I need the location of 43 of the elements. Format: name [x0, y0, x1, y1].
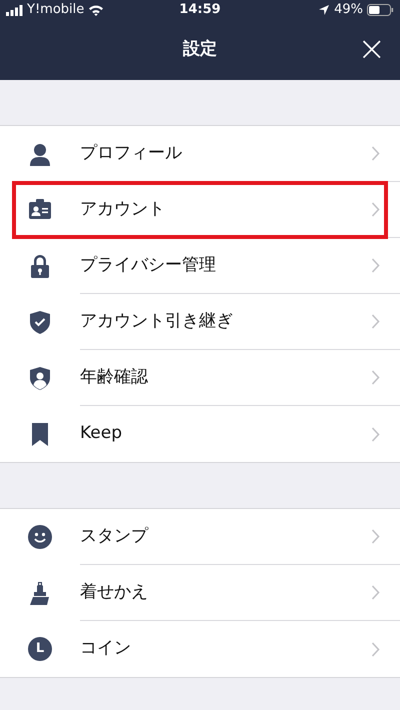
row-label: 着せかえ — [80, 580, 149, 604]
settings-row[interactable]: プロフィール — [0, 126, 400, 182]
location-arrow-icon — [318, 4, 330, 16]
chevron-right-icon — [371, 529, 380, 544]
brush-icon — [28, 580, 52, 606]
lock-icon — [28, 254, 52, 278]
wifi-icon — [88, 4, 104, 16]
row-label: 年齢確認 — [80, 366, 149, 389]
shield-person-icon — [28, 366, 52, 390]
chevron-right-icon — [371, 258, 380, 273]
person-icon — [28, 142, 52, 166]
smiley-icon — [28, 524, 52, 550]
chevron-right-icon — [371, 585, 380, 600]
row-label: アカウント — [80, 198, 166, 221]
close-button[interactable]: × — [354, 35, 390, 63]
status-time: 14:59 — [178, 1, 222, 20]
row-label: スタンプ — [80, 524, 150, 548]
chevron-right-icon — [371, 146, 380, 161]
chevron-right-icon — [371, 426, 380, 442]
chevron-right-icon — [371, 202, 380, 217]
row-label: コイン — [80, 637, 132, 660]
chevron-right-icon — [371, 370, 380, 385]
settings-row[interactable]: スタンプ — [0, 509, 400, 565]
settings-row[interactable]: 年齢確認 — [0, 350, 400, 406]
battery-percent: 49% — [334, 1, 363, 20]
page-title: 設定 — [183, 38, 217, 62]
settings-row[interactable]: プライバシー管理 — [0, 238, 400, 294]
row-label: プロフィール — [80, 142, 183, 165]
coin-icon: L — [28, 637, 52, 661]
shield-check-icon — [28, 310, 52, 334]
battery-icon — [367, 4, 394, 16]
settings-row[interactable]: アカウント引き継ぎ — [0, 294, 400, 350]
carrier-name: Y!mobile — [27, 1, 84, 20]
settings-row[interactable]: アカウント — [0, 182, 400, 238]
chevron-right-icon — [371, 642, 380, 656]
row-label: Keep — [80, 422, 124, 446]
row-label: アカウント引き継ぎ — [80, 310, 234, 333]
chevron-right-icon — [371, 314, 380, 329]
settings-row[interactable]: Keep — [0, 406, 400, 462]
signal-icon — [6, 4, 23, 16]
settings-row[interactable]: 着せかえ — [0, 565, 400, 621]
settings-row[interactable]: L コイン — [0, 621, 400, 677]
row-label: プライバシー管理 — [80, 254, 217, 277]
